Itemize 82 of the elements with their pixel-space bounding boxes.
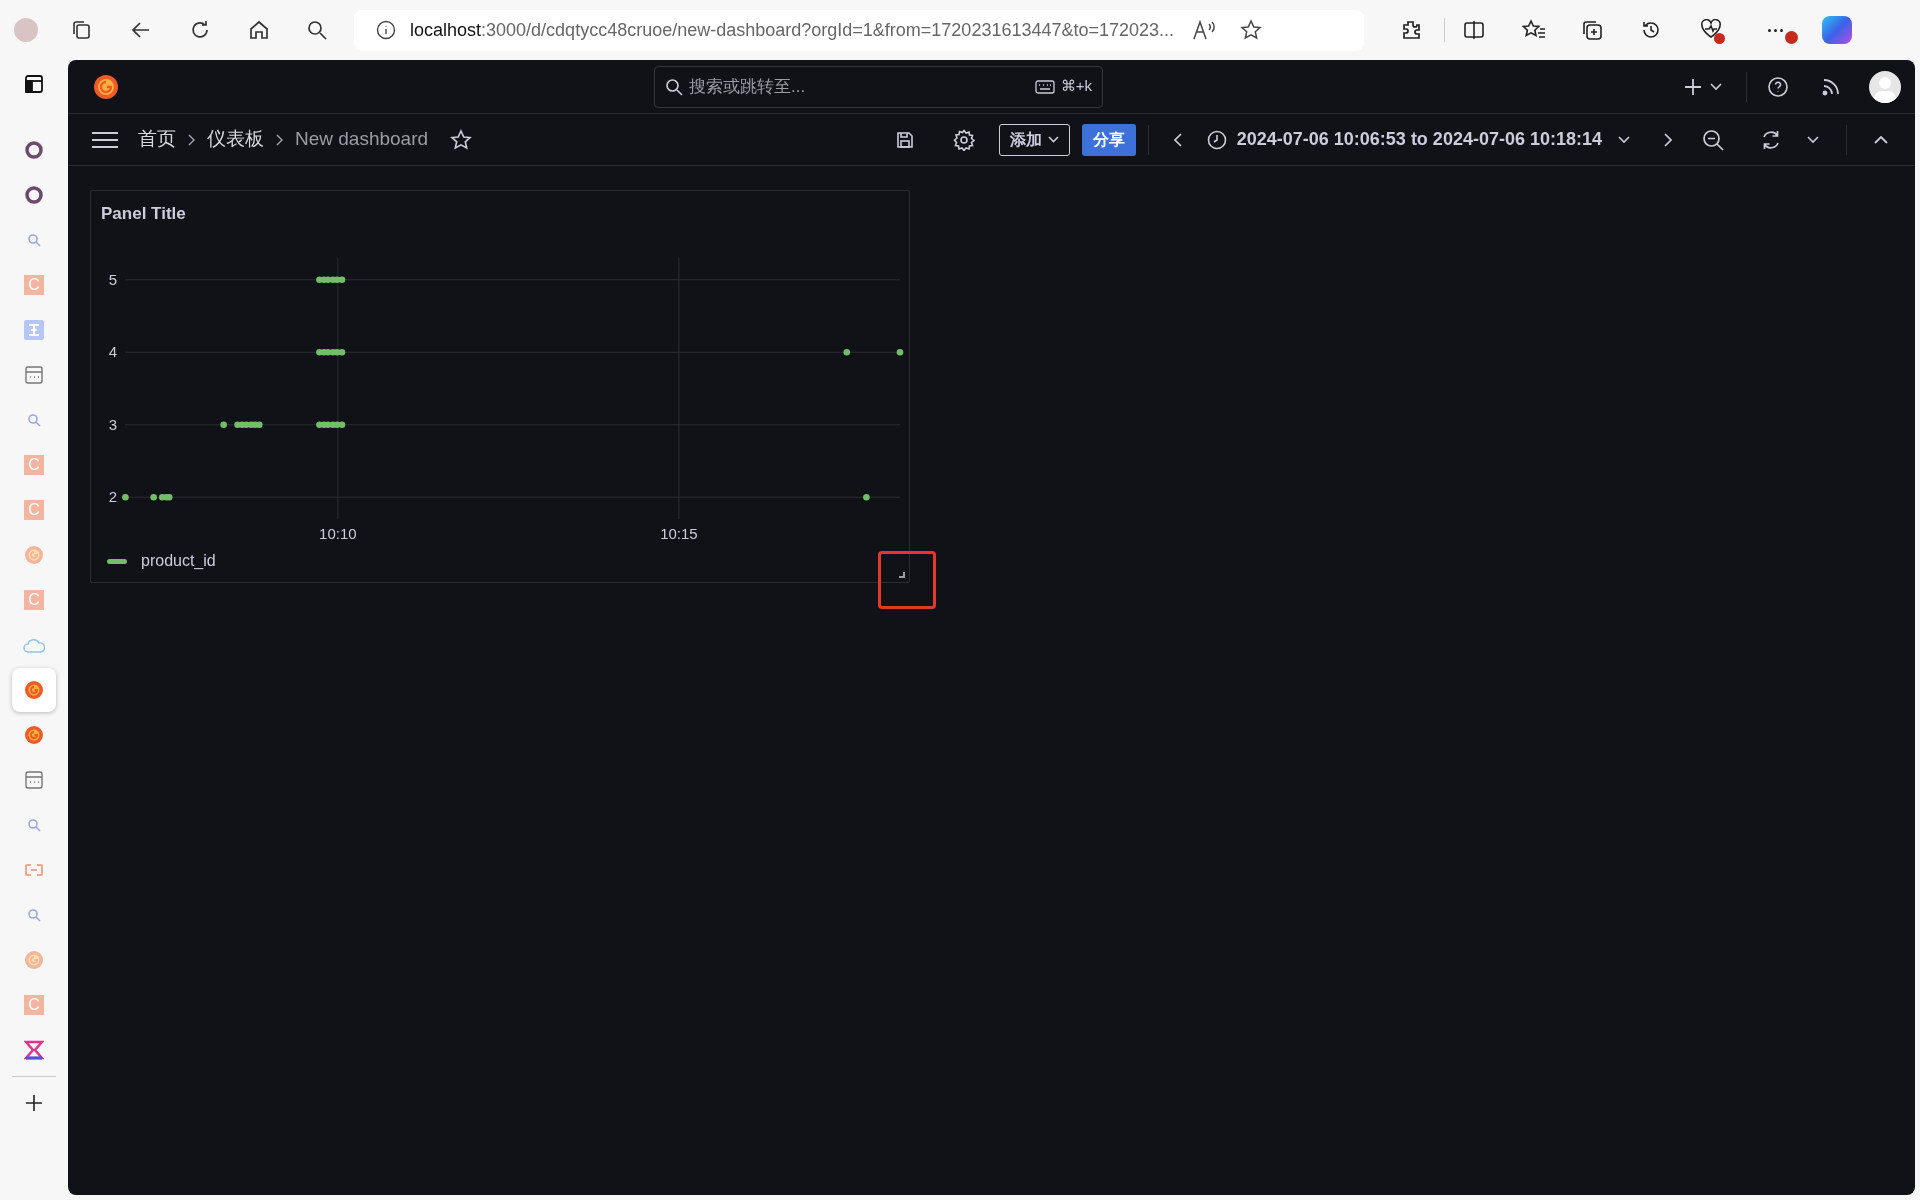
split-screen-icon[interactable]: [1463, 19, 1485, 41]
tabs-icon[interactable]: [70, 19, 92, 41]
calendar-icon: [24, 364, 44, 385]
cloud-icon: [23, 636, 45, 653]
link-icon: [24, 862, 44, 877]
info-icon: [376, 20, 396, 40]
time-range-picker[interactable]: 2024-07-06 10:06:53 to 2024-07-06 10:18:14: [1206, 126, 1630, 153]
breadcrumb-link[interactable]: New dashboard: [295, 125, 429, 154]
collections-icon[interactable]: [1581, 19, 1603, 41]
swirl-logo-icon: [24, 724, 44, 745]
calendar-icon: [24, 769, 44, 790]
search-icon: [27, 412, 41, 427]
history-icon[interactable]: [1640, 19, 1662, 41]
news-feed-icon[interactable]: [1821, 76, 1841, 97]
y-axis-tick-label: 4: [108, 343, 117, 361]
swirl-logo-icon: [24, 679, 44, 700]
data-point: [843, 348, 851, 356]
legend-item[interactable]: product_id: [107, 549, 216, 573]
search-field[interactable]: 搜索或跳转至...: [689, 73, 1035, 100]
search-icon: [27, 907, 41, 922]
caret-icon: [1710, 82, 1722, 91]
extension-icon[interactable]: [1400, 19, 1422, 41]
ring-icon: [24, 139, 44, 160]
search-icon: [665, 77, 683, 96]
share-button[interactable]: 分享: [1081, 123, 1136, 156]
panel-title: Panel Title: [101, 203, 186, 225]
hourglass-logo-icon: [24, 1039, 44, 1060]
user-avatar[interactable]: [1869, 70, 1901, 103]
highlight-box: [878, 551, 936, 609]
caret-icon[interactable]: [1807, 135, 1819, 144]
reload-icon[interactable]: [189, 19, 211, 41]
add-button[interactable]: 添加: [998, 123, 1070, 156]
data-point: [863, 493, 870, 501]
shortcut-hint: ⌘+k: [1060, 76, 1092, 97]
copilot-icon[interactable]: [1822, 16, 1852, 44]
save-icon[interactable]: [894, 129, 915, 150]
data-point: [220, 421, 227, 429]
resize-handle-icon[interactable]: [899, 572, 905, 578]
breadcrumb-link[interactable]: 首页: [138, 125, 176, 154]
plus-icon: [1684, 77, 1702, 96]
search-icon: [27, 232, 41, 247]
settings-icon[interactable]: [952, 128, 975, 151]
data-point: [122, 493, 129, 501]
health-icon[interactable]: [1700, 19, 1724, 41]
y-axis-tick-label: 5: [108, 270, 117, 288]
help-icon[interactable]: [1767, 75, 1789, 98]
home-icon[interactable]: [248, 19, 270, 41]
chevron-right-icon: [188, 133, 195, 146]
read-aloud-icon[interactable]: [1192, 20, 1217, 40]
search-bar[interactable]: 搜索或跳转至... ⌘+k: [654, 65, 1103, 108]
search-icon: [27, 817, 41, 832]
star-icon[interactable]: [1240, 19, 1263, 41]
chevron-right-icon: [276, 133, 283, 146]
y-axis-tick-label: 3: [108, 415, 117, 433]
chevron-right-icon[interactable]: [1664, 132, 1672, 147]
clock-icon: [1206, 129, 1227, 150]
url-text: localhost:3000/d/cdqtycc48cruoe/new-dashboard?orgId=1&from=1720231613447&to=172023...: [410, 18, 1175, 42]
zoom-out-icon[interactable]: [1702, 128, 1724, 151]
add-icon[interactable]: [24, 1093, 44, 1113]
ring-icon: [24, 184, 44, 205]
search-icon[interactable]: [306, 19, 328, 41]
menu-icon[interactable]: [92, 129, 118, 150]
sidebar-toggle-icon[interactable]: [24, 74, 44, 94]
refresh-icon[interactable]: [1760, 128, 1782, 151]
x-axis-tick-label: 10:15: [660, 525, 698, 542]
breadcrumb-link[interactable]: 仪表板: [207, 125, 264, 154]
data-point: [896, 348, 904, 356]
keyboard-icon: [1034, 79, 1055, 94]
x-axis-tick-label: 10:10: [319, 525, 357, 542]
y-axis-tick-label: 2: [108, 488, 117, 506]
chevron-up-icon[interactable]: [1874, 135, 1888, 144]
favorites-icon[interactable]: [1522, 19, 1546, 41]
chevron-left-icon[interactable]: [1173, 132, 1182, 147]
address-bar[interactable]: localhost:3000/d/cdqtycc48cruoe/new-dashboard?orgId=1&from=1720231613447&to=172023...: [354, 9, 1364, 51]
swirl-logo-icon: [24, 544, 44, 565]
caret-icon: [1047, 136, 1059, 143]
new-menu-button[interactable]: [1684, 77, 1722, 96]
h-logo-icon: [24, 319, 44, 340]
browser-tab[interactable]: [12, 667, 56, 712]
caret-icon: [1618, 135, 1630, 144]
swirl-logo-icon: [24, 949, 44, 970]
grafana-logo-icon[interactable]: [92, 72, 120, 101]
